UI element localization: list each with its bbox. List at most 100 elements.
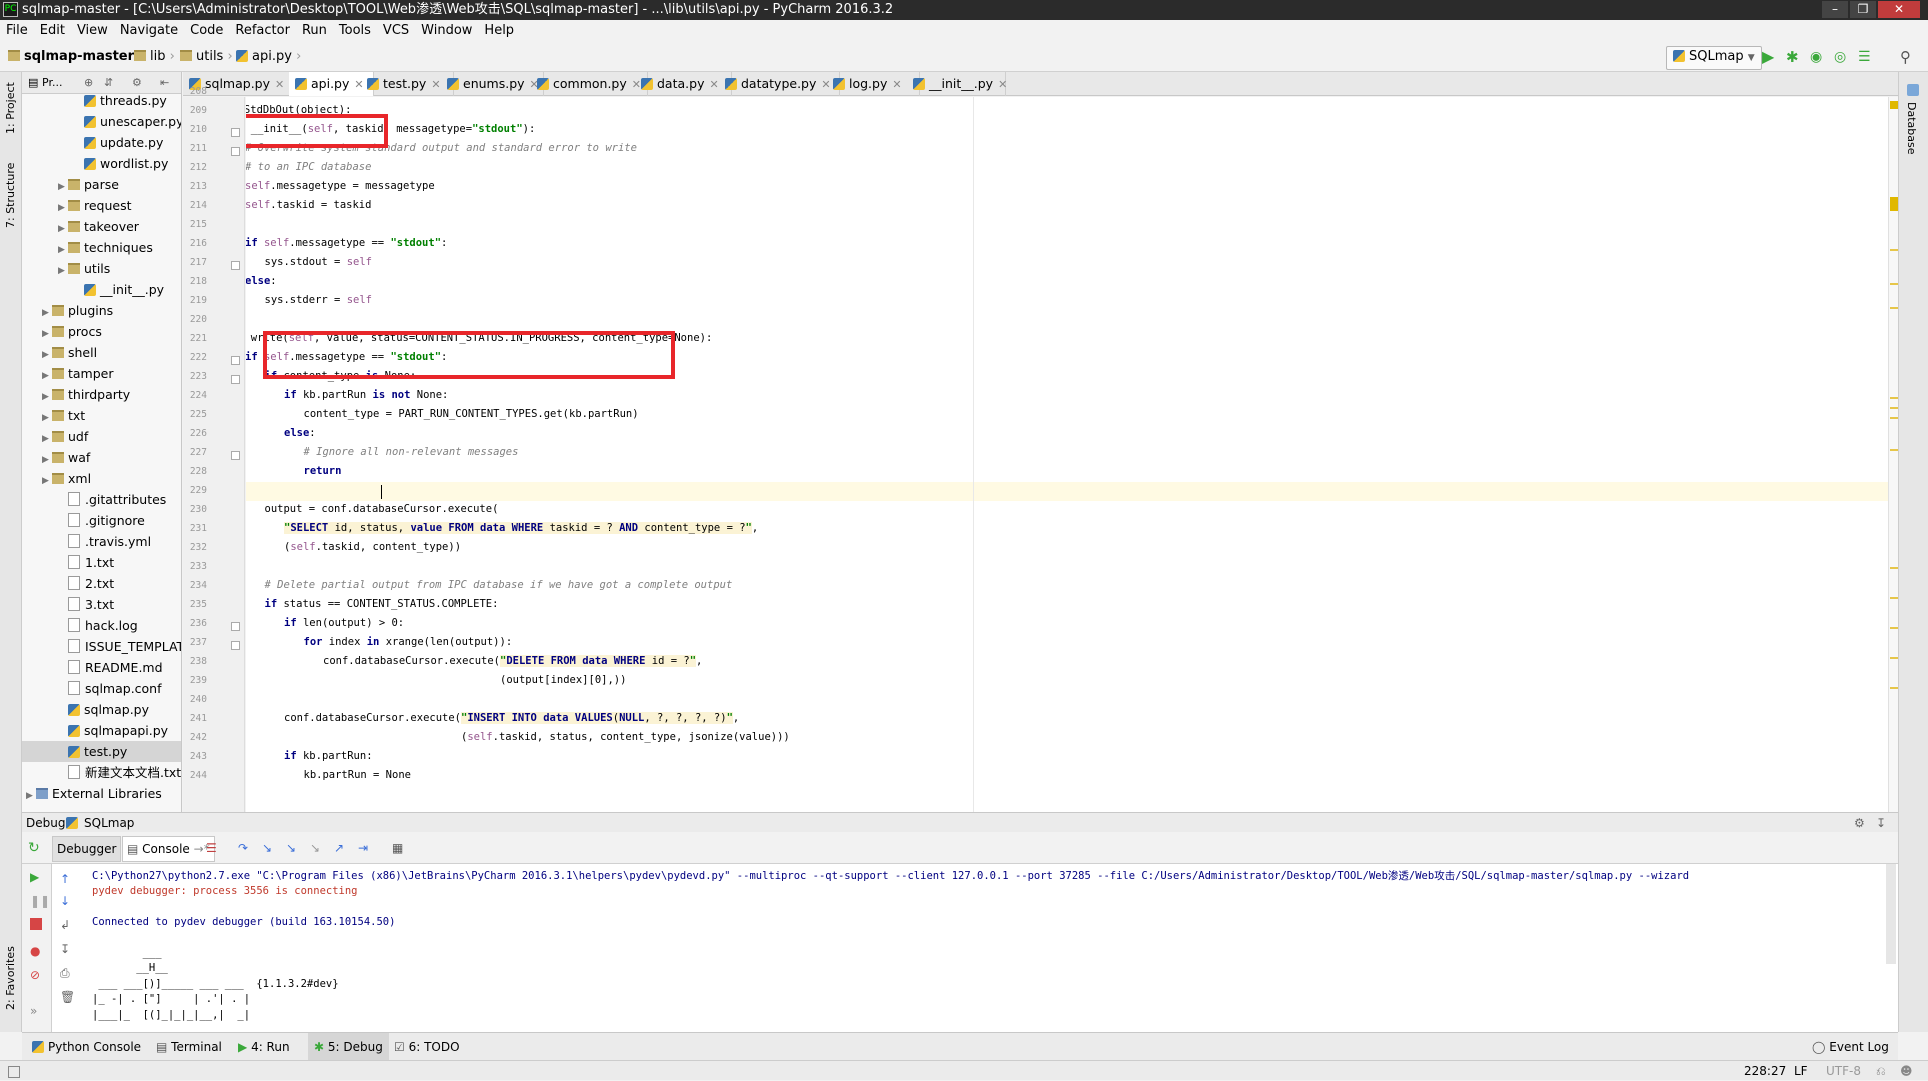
project-tree-item[interactable]: ▶ thirdparty — [42, 384, 130, 405]
project-tree-item[interactable]: threads.py — [74, 90, 167, 111]
menu-navigate[interactable]: Navigate — [114, 20, 184, 42]
line-number[interactable]: 240 — [183, 694, 207, 705]
line-number[interactable]: 219 — [183, 295, 207, 306]
line-separator[interactable]: LF — [1794, 1061, 1808, 1081]
project-tool-button[interactable]: 1: Project — [4, 82, 17, 134]
project-tree-item[interactable]: .gitignore — [58, 510, 145, 531]
code-line[interactable]: # Delete partial output from IPC databas… — [265, 576, 733, 595]
project-tree-item[interactable]: README.md — [58, 657, 163, 678]
line-number[interactable]: 210 — [183, 124, 207, 135]
code-line[interactable]: conf.databaseCursor.execute("INSERT INTO… — [284, 709, 739, 728]
line-number[interactable]: 239 — [183, 675, 207, 686]
code-line[interactable]: sys.stdout = self — [265, 253, 372, 272]
step-out-icon[interactable]: ↗ — [334, 832, 344, 864]
project-tree-item[interactable]: 新建文本文档.txt — [58, 762, 181, 783]
warning-marker[interactable] — [1890, 101, 1898, 109]
code-line[interactable]: kb.partRun = None — [304, 766, 411, 785]
warning-marker[interactable] — [1890, 197, 1898, 211]
line-number[interactable]: 233 — [183, 561, 207, 572]
line-number[interactable]: 222 — [183, 352, 207, 363]
code-line[interactable]: return — [304, 462, 342, 481]
step-into-my-code-icon[interactable]: ↘ — [286, 832, 296, 864]
code-line[interactable]: for index in xrange(len(output)): — [304, 633, 513, 652]
fold-marker-icon[interactable] — [231, 261, 240, 270]
project-tree-item[interactable]: ▶ utils — [58, 258, 110, 279]
favorites-tool-button[interactable]: 2: Favorites — [4, 946, 17, 1010]
code-line[interactable]: (output[index][0],)) — [323, 671, 626, 690]
close-tab-icon[interactable]: ✕ — [709, 78, 718, 91]
project-tree-item[interactable]: sqlmap.py — [58, 699, 149, 720]
breadcrumb-utils[interactable]: utils › — [180, 42, 233, 72]
line-number[interactable]: 244 — [183, 770, 207, 781]
line-number[interactable]: 238 — [183, 656, 207, 667]
scroll-up-icon[interactable]: ↑ — [60, 872, 74, 886]
fold-marker-icon[interactable] — [231, 356, 240, 365]
project-tree-item[interactable]: ▶ takeover — [58, 216, 139, 237]
code-line[interactable]: (self.taskid, content_type)) — [284, 538, 461, 557]
usage-marker[interactable] — [1890, 657, 1898, 659]
mute-breakpoints-icon[interactable]: ⊘ — [30, 968, 44, 982]
code-line[interactable]: content_type = PART_RUN_CONTENT_TYPES.ge… — [304, 405, 639, 424]
project-tree-item[interactable]: ▶ tamper — [42, 363, 114, 384]
menu-help[interactable]: Help — [478, 20, 520, 42]
tool-windows-toggle-icon[interactable] — [8, 1066, 20, 1078]
code-line[interactable]: sys.stderr = self — [265, 291, 372, 310]
line-number[interactable]: 224 — [183, 390, 207, 401]
menu-vcs[interactable]: VCS — [377, 20, 415, 42]
project-tree-item[interactable]: ▶ techniques — [58, 237, 153, 258]
file-encoding[interactable]: UTF-8 — [1826, 1061, 1861, 1081]
code-line[interactable]: output = conf.databaseCursor.execute( — [265, 500, 499, 519]
debug-tool-button[interactable]: ✱ 5: Debug — [308, 1033, 389, 1061]
more-icon[interactable]: » — [30, 1004, 44, 1018]
structure-tool-button[interactable]: 7: Structure — [4, 163, 17, 228]
project-tree-item[interactable]: ▶ waf — [42, 447, 90, 468]
line-number[interactable]: 243 — [183, 751, 207, 762]
resume-icon[interactable]: ▶ — [30, 870, 44, 884]
settings-gear-icon[interactable]: ⚙ — [1854, 813, 1865, 833]
hide-panel-icon[interactable]: ↧ — [1876, 813, 1886, 833]
tab-enums-py[interactable]: enums.py ✕ — [441, 72, 544, 96]
menu-tools[interactable]: Tools — [333, 20, 377, 42]
inspector-icon[interactable]: ☻ — [1900, 1061, 1913, 1081]
close-tab-icon[interactable]: ✕ — [431, 78, 440, 91]
tab-debugger[interactable]: Debugger — [52, 836, 122, 862]
usage-marker[interactable] — [1890, 449, 1898, 451]
rerun-icon[interactable]: ↻ — [28, 832, 40, 864]
line-number[interactable]: 220 — [183, 314, 207, 325]
menu-view[interactable]: View — [71, 20, 114, 42]
usage-marker[interactable] — [1890, 417, 1898, 419]
menu-run[interactable]: Run — [296, 20, 333, 42]
line-number[interactable]: 213 — [183, 181, 207, 192]
search-everywhere-icon[interactable]: ⚲ — [1900, 42, 1911, 72]
step-over-icon[interactable]: ↷ — [238, 832, 248, 864]
code-line[interactable]: self.messagetype = messagetype — [246, 177, 435, 196]
coverage-icon[interactable]: ◉ — [1810, 42, 1822, 72]
code-line[interactable]: # to an IPC database — [246, 158, 371, 177]
line-number[interactable]: 208 — [183, 86, 207, 97]
tab-common-py[interactable]: common.py ✕ — [531, 72, 648, 96]
expand-arrow-icon[interactable]: ▶ — [42, 471, 52, 492]
code-line[interactable]: conf.databaseCursor.execute("DELETE FROM… — [323, 652, 702, 671]
line-number[interactable]: 228 — [183, 466, 207, 477]
project-tree-item[interactable]: .travis.yml — [58, 531, 151, 552]
scroll-to-end-icon[interactable]: ↧ — [60, 942, 74, 956]
code-line[interactable]: if len(output) > 0: — [284, 614, 404, 633]
close-tab-icon[interactable]: ✕ — [275, 78, 284, 91]
print-icon[interactable]: ⎙ — [60, 966, 74, 980]
tab-datatype-py[interactable]: datatype.py ✕ — [719, 72, 840, 96]
todo-tool-button[interactable]: ☑ 6: TODO — [394, 1033, 460, 1061]
line-number[interactable]: 230 — [183, 504, 207, 515]
line-number[interactable]: 229 — [183, 485, 207, 496]
usage-marker[interactable] — [1890, 597, 1898, 599]
project-tree-item[interactable]: 3.txt — [58, 594, 114, 615]
run-icon[interactable]: ▶ — [1762, 42, 1774, 72]
pause-icon[interactable]: ❚❚ — [30, 894, 50, 908]
project-tree-item[interactable]: ▶ udf — [42, 426, 88, 447]
menu-window[interactable]: Window — [415, 20, 478, 42]
project-tree-item[interactable]: ▶ shell — [42, 342, 97, 363]
line-number[interactable]: 214 — [183, 200, 207, 211]
menu-code[interactable]: Code — [184, 20, 229, 42]
project-tree-item[interactable]: ▶ parse — [58, 174, 119, 195]
close-tab-icon[interactable]: ✕ — [892, 78, 901, 91]
code-line[interactable]: else: — [246, 272, 277, 291]
